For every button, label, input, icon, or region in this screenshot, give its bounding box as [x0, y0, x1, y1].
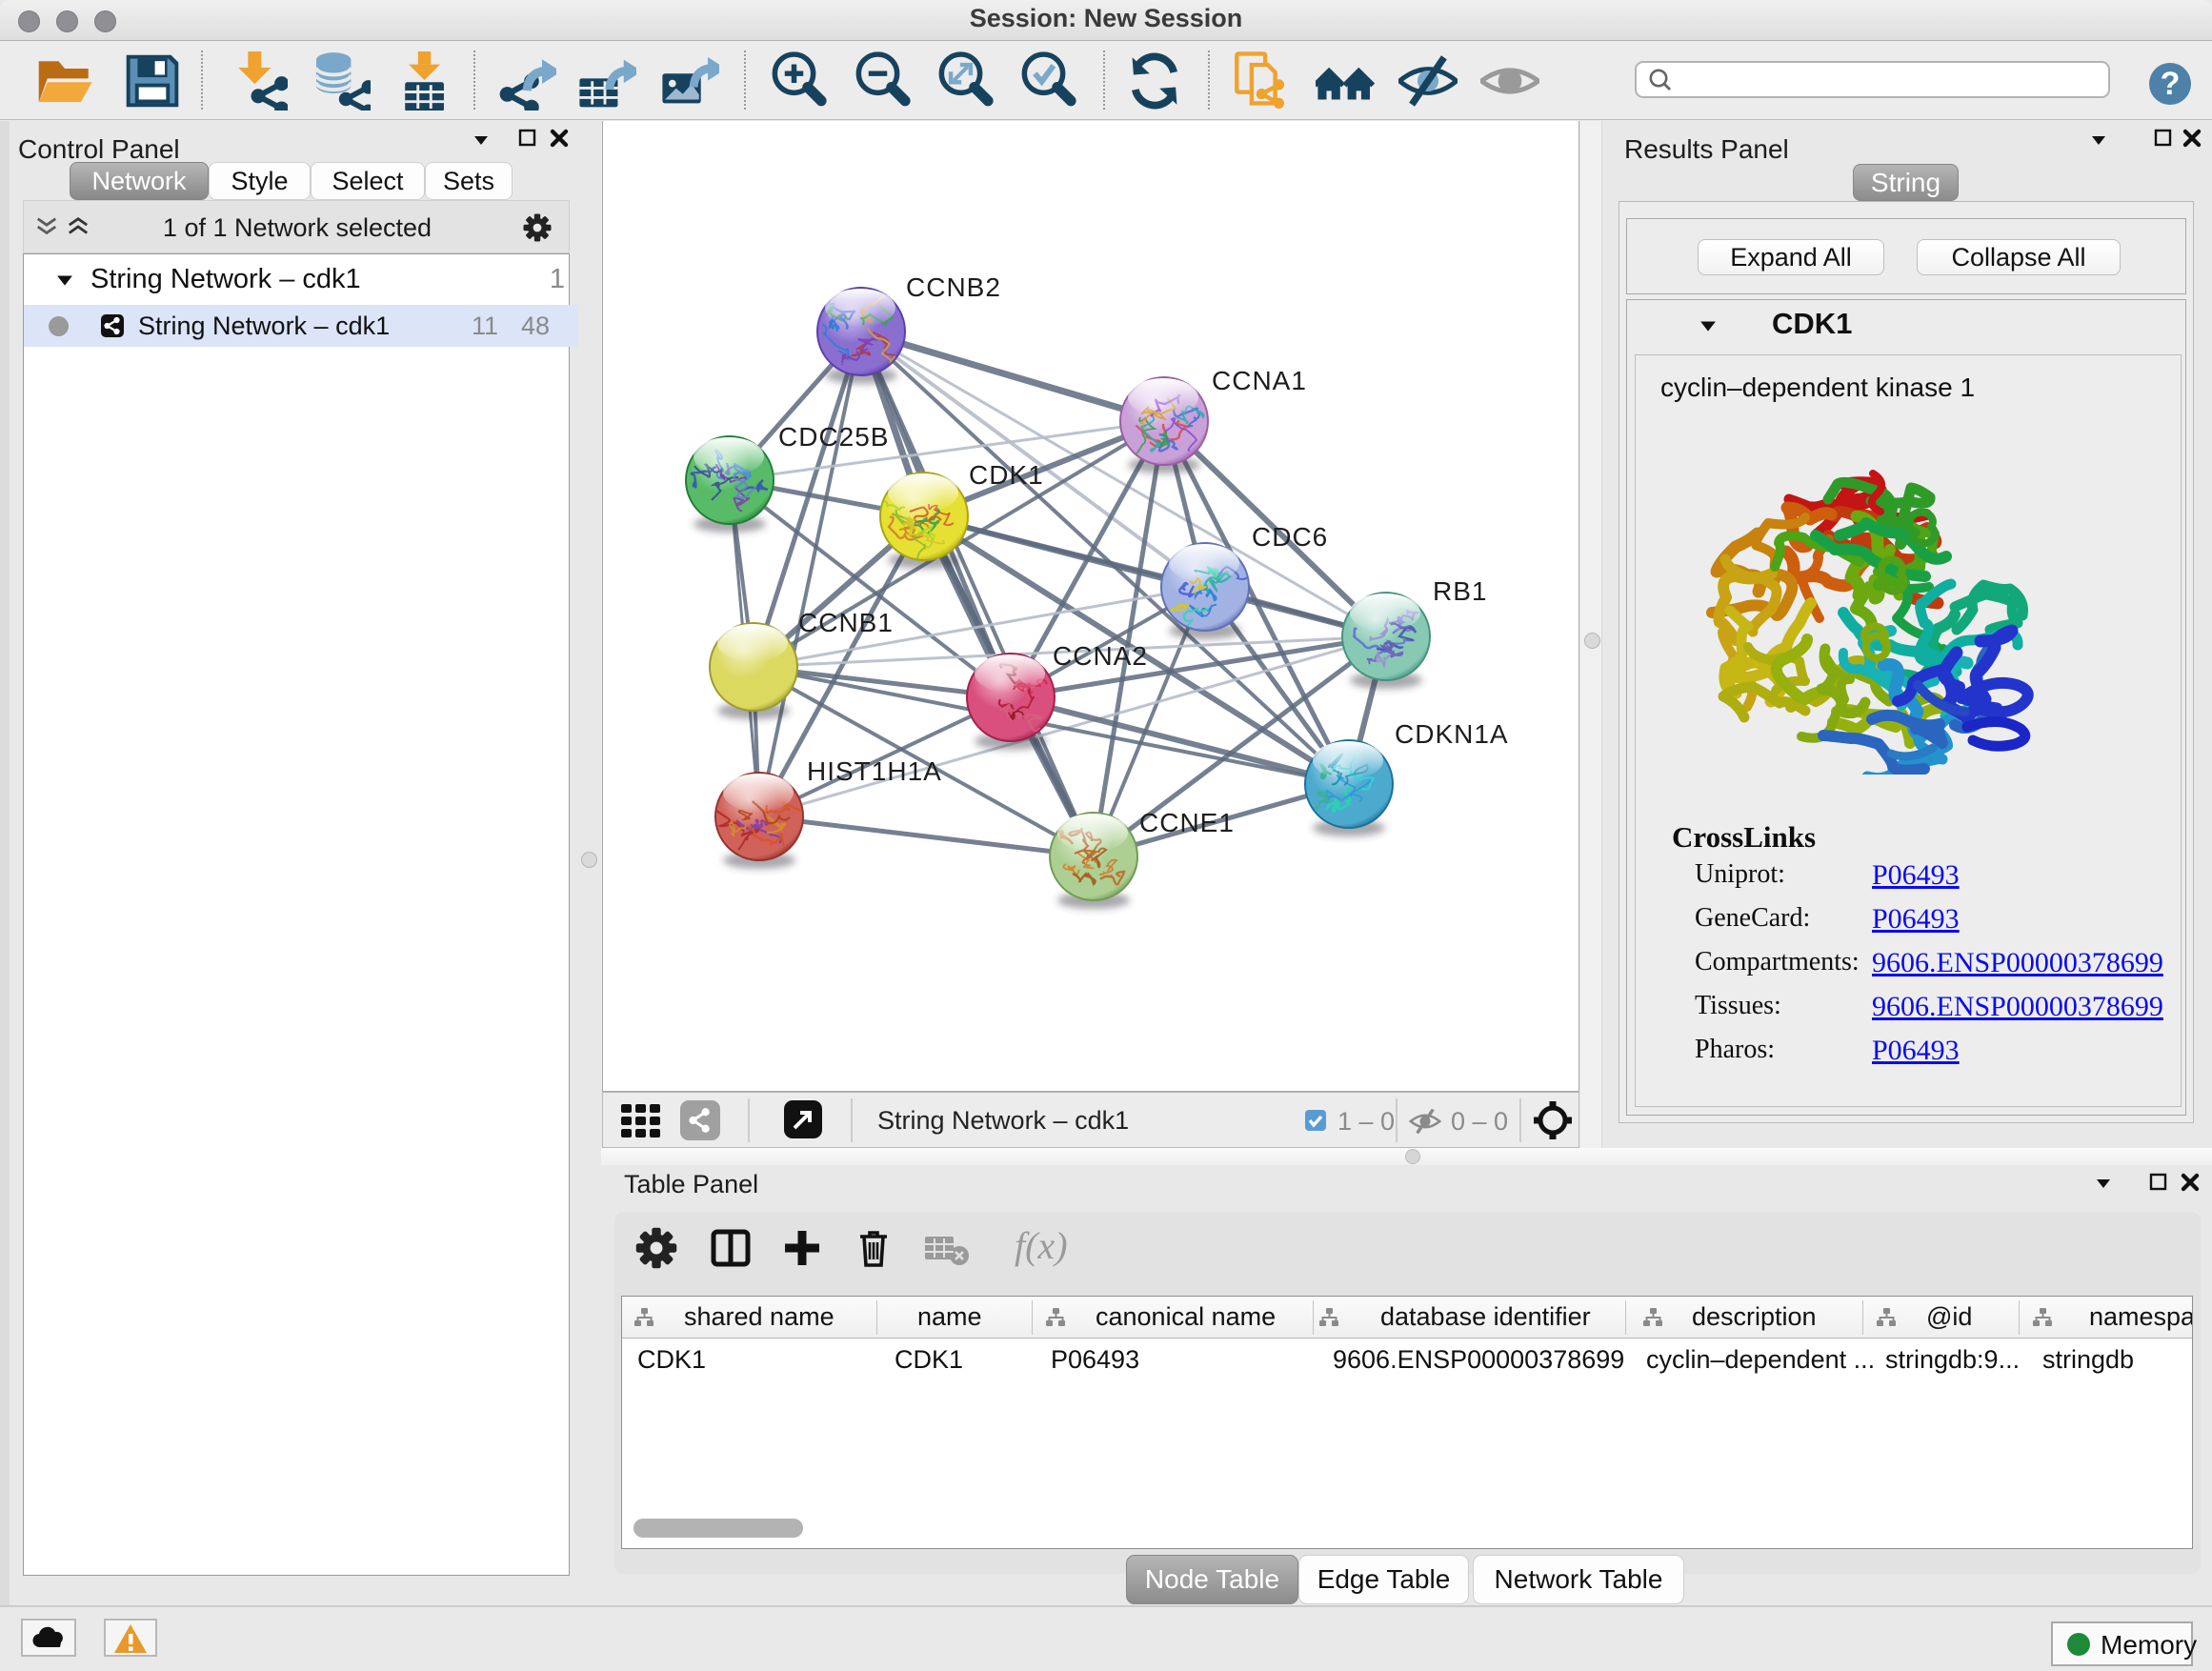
svg-text:CCNB1: CCNB1 [798, 608, 894, 637]
svg-text:HIST1H1A: HIST1H1A [807, 756, 942, 786]
svg-text:CCNB2: CCNB2 [906, 272, 1001, 302]
svg-text:CDC6: CDC6 [1252, 522, 1328, 552]
svg-text:CCNE1: CCNE1 [1139, 808, 1235, 837]
svg-text:CDKN1A: CDKN1A [1395, 719, 1509, 749]
svg-text:CDK1: CDK1 [969, 460, 1044, 490]
svg-text:CCNA2: CCNA2 [1053, 641, 1148, 671]
svg-text:CDC25B: CDC25B [778, 422, 889, 452]
svg-text:RB1: RB1 [1433, 576, 1487, 606]
svg-text:CCNA1: CCNA1 [1212, 366, 1307, 395]
